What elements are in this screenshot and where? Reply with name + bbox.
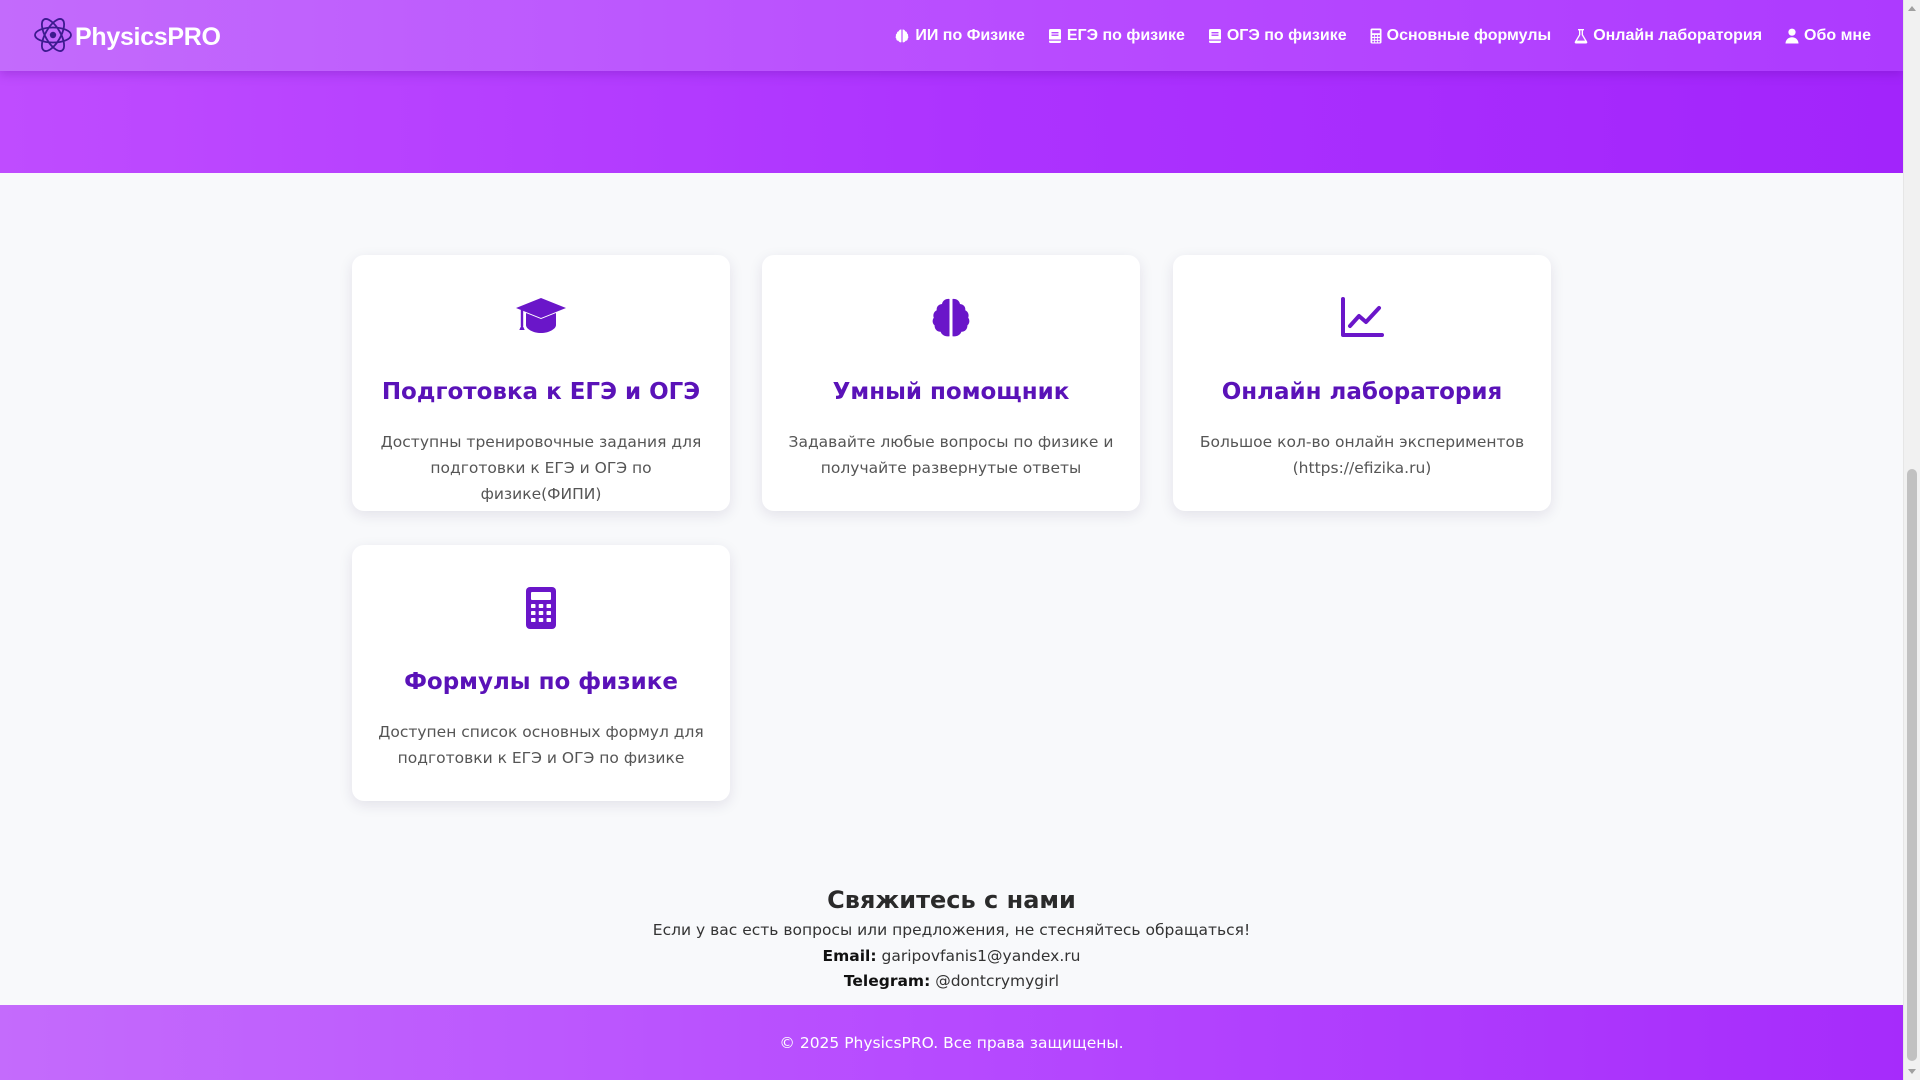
footer: © 2025 PhysicsPRO. Все права защищены. <box>0 1005 1903 1080</box>
feature-card-text: Задавайте любые вопросы по физике и полу… <box>788 433 1114 477</box>
nav-item-about[interactable]: Обо мне <box>1785 27 1871 45</box>
scrollbar-thumb[interactable] <box>1907 469 1917 1061</box>
feature-card-title: Умный помощник <box>832 379 1070 405</box>
nav-item-formulas[interactable]: Основные формулы <box>1370 26 1552 45</box>
atom-icon <box>33 14 73 60</box>
book-icon <box>1208 28 1222 44</box>
nav-item-label: ИИ по Физике <box>915 26 1025 44</box>
brand-logo[interactable]: PhysicsPRO <box>33 14 221 60</box>
feature-card-text: Большое кол-во онлайн экспериментов (htt… <box>1199 433 1525 477</box>
feature-card-online-lab[interactable]: Онлайн лаборатория Большое кол-во онлайн… <box>1173 255 1551 511</box>
nav-item-label: Онлайн лаборатория <box>1593 26 1763 44</box>
calculator-icon <box>352 586 730 632</box>
contact-email-row: Email: garipovfanis1@yandex.ru <box>0 944 1903 970</box>
book-icon <box>1048 28 1062 44</box>
feature-card-exam-prep[interactable]: Подготовка к ЕГЭ и ОГЭ Доступны трениров… <box>352 255 730 511</box>
contact-intro: Если у вас есть вопросы или предложения,… <box>652 921 1251 939</box>
brand-name: PhysicsPRO <box>75 22 221 51</box>
brain-icon <box>894 28 910 44</box>
feature-card-title: Формулы по физике <box>404 669 678 695</box>
feature-card-title: Онлайн лаборатория <box>1221 379 1503 405</box>
feature-card-smart-assistant[interactable]: Умный помощник Задавайте любые вопросы п… <box>762 255 1140 511</box>
vertical-scrollbar[interactable] <box>1903 0 1920 1080</box>
feature-card-text: Доступен список основных формул для подг… <box>378 723 704 767</box>
scroll-down-arrow-icon[interactable] <box>1908 1069 1916 1074</box>
graduation-cap-icon <box>352 296 730 342</box>
nav-item-label: ЕГЭ по физике <box>1066 26 1185 44</box>
nav-item-label: Основные формулы <box>1386 26 1552 44</box>
main-nav: ИИ по Физике ЕГЭ по физике ОГЭ по физике… <box>894 0 1871 71</box>
user-icon <box>1785 28 1799 44</box>
calculator-icon <box>1370 28 1382 44</box>
feature-card-text: Доступны тренировочные задания для подго… <box>380 433 702 503</box>
nav-item-ai-physics[interactable]: ИИ по Физике <box>894 27 1025 45</box>
nav-item-ege[interactable]: ЕГЭ по физике <box>1048 27 1185 45</box>
contact-title: Свяжитесь с нами <box>827 886 1076 914</box>
nav-item-online-lab[interactable]: Онлайн лаборатория <box>1574 27 1762 45</box>
feature-card-formulas[interactable]: Формулы по физике Доступен список основн… <box>352 545 730 801</box>
navbar: PhysicsPRO ИИ по Физике ЕГЭ по физике ОГ… <box>0 0 1903 71</box>
nav-item-label: ОГЭ по физике <box>1226 26 1347 44</box>
telegram-link[interactable]: @dontcrymygirl <box>935 972 1059 990</box>
flask-icon <box>1574 28 1588 44</box>
chart-line-icon <box>1173 296 1551 342</box>
brain-icon <box>762 296 1140 342</box>
contact-telegram-row: Telegram: @dontcrymygirl <box>0 969 1903 995</box>
copyright-text: © 2025 PhysicsPRO. Все права защищены. <box>779 1033 1124 1052</box>
nav-item-oge[interactable]: ОГЭ по физике <box>1208 27 1347 45</box>
contact-section: Свяжитесь с нами Если у вас есть вопросы… <box>0 882 1903 995</box>
page: PhysicsPRO ИИ по Физике ЕГЭ по физике ОГ… <box>0 0 1903 1080</box>
nav-item-label: Обо мне <box>1804 26 1871 44</box>
email-link[interactable]: garipovfanis1@yandex.ru <box>882 947 1081 965</box>
feature-card-title: Подготовка к ЕГЭ и ОГЭ <box>381 379 701 405</box>
email-label: Email: <box>822 946 877 965</box>
scroll-up-arrow-icon[interactable] <box>1908 6 1916 11</box>
telegram-label: Telegram: <box>843 972 931 990</box>
